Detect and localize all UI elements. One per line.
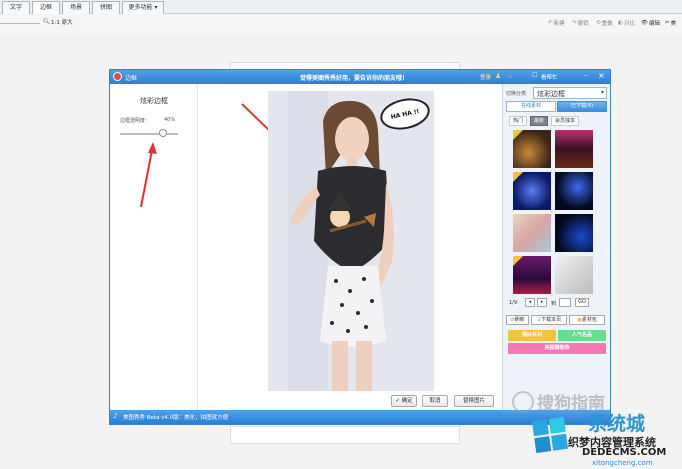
new-badge <box>513 256 523 266</box>
material-panel: 切换分类 炫彩边框 ▾ 在线素材 已下载(4) 热门 最新 会员独享 1/9 ◂… <box>502 84 610 410</box>
subtab-hot[interactable]: 热门 <box>509 116 527 126</box>
tab-frame[interactable]: 边框 <box>32 1 60 14</box>
tab-downloaded[interactable]: 已下载(4) <box>557 101 607 112</box>
eye-icon: 👁︎ <box>641 20 648 26</box>
opacity-slider-track[interactable] <box>120 133 178 135</box>
frame-settings-panel: 炫彩边框 边框透明度： 40% <box>110 84 198 410</box>
material-pack-button[interactable]: ▣素材包 <box>569 315 605 325</box>
photo-preview[interactable]: HA HA !! <box>268 91 434 391</box>
chevron-down-icon: ▾ <box>154 4 158 11</box>
compare-button[interactable]: ◐ 对比 <box>618 19 635 27</box>
new-badge <box>513 172 523 182</box>
goto-label: 到 <box>551 301 557 307</box>
user-icon: ♟ <box>495 72 502 80</box>
close-button[interactable]: × <box>598 71 605 80</box>
frame-thumb-2[interactable] <box>555 130 593 168</box>
opacity-label: 边框透明度： <box>120 118 151 124</box>
go-button[interactable]: GO <box>575 298 589 307</box>
check-icon: ✔ <box>395 398 400 404</box>
category-label: 切换分类 <box>506 91 527 97</box>
help-icon: ☐ <box>532 72 538 79</box>
undo-button[interactable]: ↷ 撤销 <box>572 19 589 27</box>
dialog-title: 边框 <box>125 75 138 82</box>
login-link[interactable]: 登录 <box>480 73 491 81</box>
replace-image-button[interactable]: 替换图片 <box>454 395 494 407</box>
subtab-member[interactable]: 会员独享 <box>551 116 579 126</box>
photo-figure <box>268 91 434 391</box>
download-page-button[interactable]: ↓下载本页 <box>531 315 567 325</box>
tab-text[interactable]: 文字 <box>2 1 30 14</box>
category-popular-button[interactable]: 人气名品 <box>558 330 606 341</box>
app-logo-icon <box>113 72 122 81</box>
category-wedding-button[interactable]: 婚纱系列 <box>508 330 556 341</box>
compare-icon: ◐ <box>618 20 623 26</box>
zoom-slider-track[interactable] <box>0 23 40 24</box>
undo-arrow-icon: ↶ <box>548 20 553 26</box>
redo-icon: ⟲ <box>596 20 601 26</box>
opacity-slider-handle[interactable] <box>159 129 168 137</box>
cancel-button[interactable]: 取消 <box>422 395 448 407</box>
frame-thumb-6[interactable] <box>555 214 593 252</box>
category-select[interactable]: 炫彩边框 ▾ <box>533 87 607 99</box>
magnifier-icon: 🔍︎ <box>43 19 50 25</box>
beautify-button[interactable]: ✂︎ 美 <box>665 19 676 27</box>
frame-thumb-4[interactable] <box>555 172 593 210</box>
help-link[interactable]: 看帮忙 <box>541 73 558 81</box>
frame-thumb-5[interactable] <box>513 214 551 252</box>
dialog-banner: 觉得美图秀秀好用，要告诉你的朋友哦！ <box>300 75 409 82</box>
status-text: 美图秀秀 Beta v4.0版：美化，拍图就方便 <box>123 415 229 421</box>
sticker-text: HA HA !! <box>390 107 420 121</box>
frame-dialog: 边框 觉得美图秀秀好用，要告诉你的朋友哦！ 登录 ♟ ⌂ ☐ 看帮忙 – × 炫… <box>109 69 611 425</box>
tab-more-features[interactable]: 更多功能 ▾ <box>122 1 164 14</box>
sogou-logo-icon <box>512 390 534 413</box>
dialog-titlebar[interactable]: 边框 觉得美图秀秀好用，要告诉你的朋友哦！ 登录 ♟ ⌂ ☐ 看帮忙 – × <box>110 70 610 84</box>
category-beauty-button[interactable]: 美颜精装饰 <box>508 343 606 354</box>
next-page-button[interactable]: ▸ <box>537 298 547 307</box>
undo-icon: ↷ <box>572 20 577 26</box>
house-icon: ⌂ <box>508 72 513 80</box>
minimize-button[interactable]: – <box>584 71 588 79</box>
chevron-down-icon: ▾ <box>600 89 604 96</box>
tab-scene[interactable]: 场景 <box>62 1 90 14</box>
scissors-icon: ✂︎ <box>665 20 670 26</box>
tab-collage[interactable]: 拼图 <box>92 1 120 14</box>
page-input[interactable] <box>559 298 571 307</box>
edit-button[interactable]: 👁︎ 编辑 <box>641 19 660 27</box>
page-indicator: 1/9 <box>509 300 518 306</box>
canvas-edge-bottom <box>230 426 460 444</box>
tab-online-materials[interactable]: 在线素材 <box>506 101 556 112</box>
subtab-newest[interactable]: 最新 <box>530 116 548 126</box>
panel-heading: 炫彩边框 <box>140 97 168 105</box>
prev-page-button[interactable]: ◂ <box>525 298 535 307</box>
refresh-button[interactable]: ⟳刷新 <box>506 315 529 325</box>
frame-thumb-8[interactable] <box>555 256 593 294</box>
site-watermark: 系统城 织梦内容管理系统 DEDECMS.COM xitongcheng.com <box>532 409 682 469</box>
windows-logo-icon <box>532 417 568 453</box>
dialog-body: 炫彩边框 边框透明度： 40% HA HA !! ✔ 确定 取消 替换图片 切换… <box>110 84 610 410</box>
new-badge <box>513 130 523 140</box>
main-toolbar: 文字 边框 场景 拼图 更多功能 ▾ <box>0 0 682 14</box>
speaker-icon: ♪ <box>113 412 118 420</box>
zoom-original-button[interactable]: 🔍︎ 1:1 原大 <box>43 18 73 26</box>
confirm-button[interactable]: ✔ 确定 <box>391 395 417 407</box>
redo-button[interactable]: ⟲ 重做 <box>596 19 613 27</box>
opacity-value: 40% <box>164 117 176 123</box>
new-button[interactable]: ↶ 新建 <box>548 19 565 27</box>
